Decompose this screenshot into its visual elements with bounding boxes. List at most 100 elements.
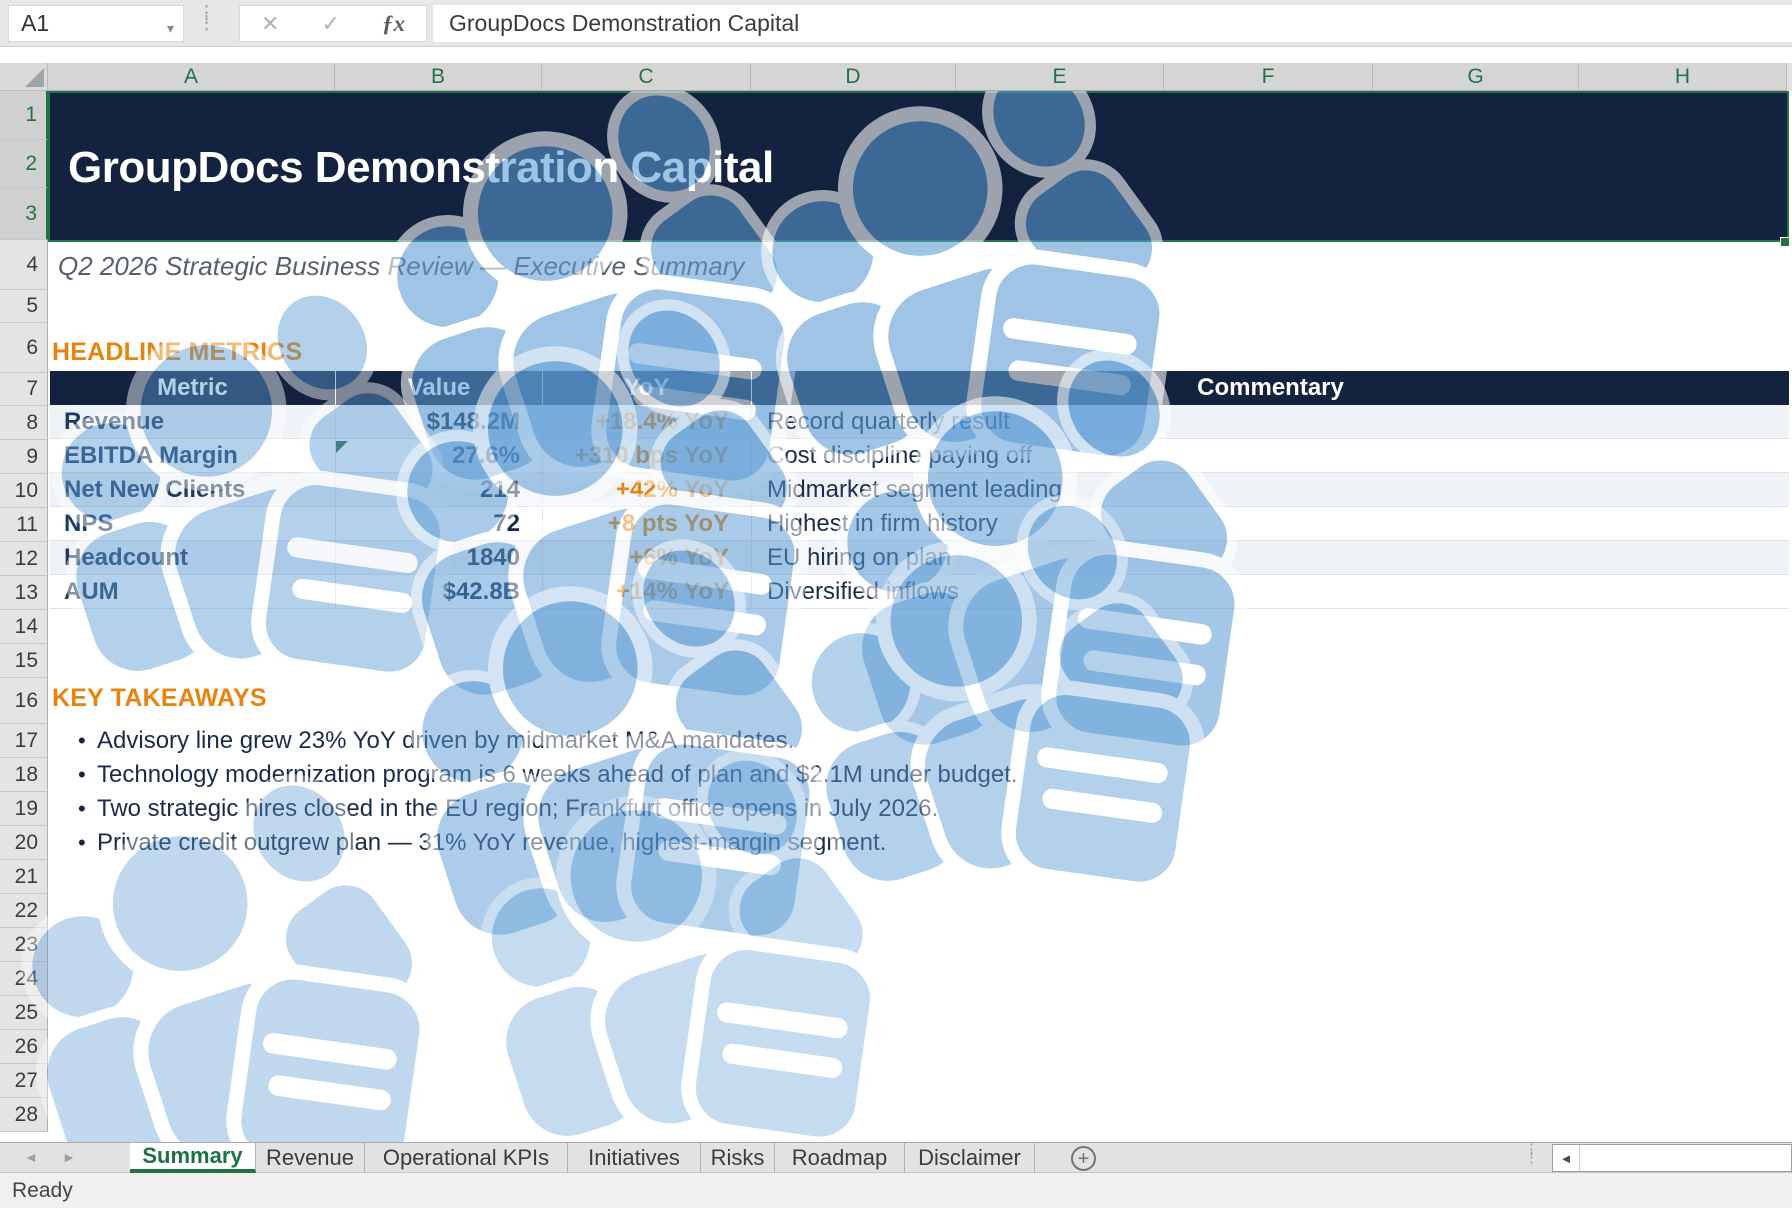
scrollbar-track[interactable]: [1580, 1145, 1791, 1171]
cell-metric[interactable]: Revenue: [50, 405, 335, 438]
add-sheet-button[interactable]: +: [1071, 1146, 1096, 1171]
tab-operational-kpis[interactable]: Operational KPIs: [365, 1143, 568, 1173]
takeaway-item: •Technology modernization program is 6 w…: [0, 758, 1739, 792]
row-header-23[interactable]: 23: [0, 928, 48, 962]
formula-buttons: ✕ ✓ ƒx: [239, 5, 427, 42]
column-header-a[interactable]: A: [48, 63, 335, 91]
insert-function-icon[interactable]: ƒx: [382, 11, 405, 37]
row-header-14[interactable]: 14: [0, 610, 48, 644]
cell-value[interactable]: 1840: [335, 541, 542, 574]
tab-revenue[interactable]: Revenue: [256, 1143, 365, 1173]
cell-yoy[interactable]: +14% YoY: [542, 575, 751, 608]
cell-commentary[interactable]: Diversified inflows: [751, 575, 1789, 608]
tab-summary[interactable]: Summary: [130, 1143, 256, 1173]
cell-commentary[interactable]: Record quarterly result: [751, 405, 1789, 438]
row-header-21[interactable]: 21: [0, 860, 48, 894]
row-header-5[interactable]: 5: [0, 290, 48, 323]
column-header-g[interactable]: G: [1373, 63, 1579, 91]
row-header-15[interactable]: 15: [0, 644, 48, 678]
cell-value[interactable]: $148.2M: [335, 405, 542, 438]
selection-fill-handle[interactable]: [1780, 237, 1790, 247]
cell-commentary[interactable]: Midmarket segment leading: [751, 473, 1789, 506]
row-header-27[interactable]: 27: [0, 1064, 48, 1098]
cell-value[interactable]: 27.6%: [335, 439, 542, 472]
cell-metric[interactable]: Headcount: [50, 541, 335, 574]
horizontal-scrollbar[interactable]: ◄: [1552, 1144, 1792, 1172]
row-header-3[interactable]: 3: [0, 188, 48, 240]
cell-value[interactable]: 72: [335, 507, 542, 540]
table-row[interactable]: NPS72+8 pts YoYHighest in firm history: [50, 507, 1789, 541]
row-header-13[interactable]: 13: [0, 576, 48, 610]
table-row[interactable]: EBITDA Margin27.6%+310 bps YoYCost disci…: [50, 439, 1789, 473]
row-header-12[interactable]: 12: [0, 542, 48, 576]
column-header-d[interactable]: D: [751, 63, 956, 91]
takeaway-text: Private credit outgrew plan — 31% YoY re…: [97, 829, 886, 857]
cell-metric[interactable]: AUM: [50, 575, 335, 608]
cancel-icon[interactable]: ✕: [261, 11, 279, 37]
row-header-28[interactable]: 28: [0, 1098, 48, 1132]
workbook-title: GroupDocs Demonstration Capital: [50, 93, 1787, 193]
chevron-down-icon[interactable]: ▾: [167, 20, 174, 37]
formula-bar-strip: A1 ▾ ⋮⋮ ✕ ✓ ƒx GroupDocs Demonstration C…: [0, 0, 1792, 47]
tab-strip-dots-icon: ⋮⋮: [1524, 1146, 1539, 1162]
column-header-c[interactable]: C: [542, 63, 751, 91]
drag-handle-icon: ⋮⋮: [197, 9, 216, 29]
row-header-9[interactable]: 9: [0, 440, 48, 474]
cell-yoy[interactable]: +18.4% YoY: [542, 405, 751, 438]
row-header-24[interactable]: 24: [0, 962, 48, 996]
row-header-25[interactable]: 25: [0, 996, 48, 1030]
cell-commentary[interactable]: Cost discipline paying off: [751, 439, 1789, 472]
cell-yoy[interactable]: +6% YoY: [542, 541, 751, 574]
table-row[interactable]: Revenue$148.2M+18.4% YoYRecord quarterly…: [50, 405, 1789, 439]
cell-yoy[interactable]: +8 pts YoY: [542, 507, 751, 540]
row-header-4[interactable]: 4: [0, 240, 48, 290]
row-header-10[interactable]: 10: [0, 474, 48, 508]
tabs-prev-icon[interactable]: ◄: [24, 1149, 38, 1165]
column-header-b[interactable]: B: [335, 63, 542, 91]
active-cell-reference: A1: [9, 10, 49, 37]
row-header-7[interactable]: 7: [0, 373, 48, 406]
row-header-22[interactable]: 22: [0, 894, 48, 928]
scroll-left-icon[interactable]: ◄: [1553, 1145, 1580, 1171]
row-header-6[interactable]: 6: [0, 323, 48, 373]
column-header-e[interactable]: E: [956, 63, 1164, 91]
tab-roadmap[interactable]: Roadmap: [775, 1143, 905, 1173]
takeaway-text: Two strategic hires closed in the EU reg…: [97, 795, 938, 823]
column-header-f[interactable]: F: [1164, 63, 1373, 91]
table-row[interactable]: Headcount1840+6% YoYEU hiring on plan: [50, 541, 1789, 575]
cell-value[interactable]: $42.8B: [335, 575, 542, 608]
table-row[interactable]: Net New Clients214+42% YoYMidmarket segm…: [50, 473, 1789, 507]
cell-metric[interactable]: Net New Clients: [50, 473, 335, 506]
cell-yoy[interactable]: +42% YoY: [542, 473, 751, 506]
takeaway-item: • Two strategic hires closed in the EU re…: [0, 792, 1739, 826]
sheet-grid[interactable]: 1234567891011121314151617181920212223242…: [0, 91, 1792, 1142]
formula-input[interactable]: GroupDocs Demonstration Capital: [433, 5, 1792, 42]
enter-icon[interactable]: ✓: [321, 11, 339, 37]
row-header-26[interactable]: 26: [0, 1030, 48, 1064]
row-header-1[interactable]: 1: [0, 91, 48, 140]
cell-commentary[interactable]: Highest in firm history: [751, 507, 1789, 540]
bullet-icon: •: [78, 796, 86, 822]
row-header-11[interactable]: 11: [0, 508, 48, 542]
table-header-commentary: Commentary: [751, 371, 1789, 405]
cell-metric[interactable]: EBITDA Margin: [50, 439, 335, 472]
tabs-next-icon[interactable]: ►: [62, 1149, 76, 1165]
name-box[interactable]: A1 ▾: [8, 5, 184, 42]
row-header-16[interactable]: 16: [0, 678, 48, 724]
status-text: Ready: [12, 1179, 73, 1203]
tab-disclaimer[interactable]: Disclaimer: [905, 1143, 1035, 1173]
cell-value[interactable]: 214: [335, 473, 542, 506]
title-banner-cell[interactable]: GroupDocs Demonstration Capital: [48, 91, 1789, 242]
row-header-2[interactable]: 2: [0, 140, 48, 188]
table-header-yoy: YoY: [542, 371, 751, 405]
cell-commentary[interactable]: EU hiring on plan: [751, 541, 1789, 574]
cell-yoy[interactable]: +310 bps YoY: [542, 439, 751, 472]
tab-initiatives[interactable]: Initiatives: [568, 1143, 701, 1173]
table-row[interactable]: AUM$42.8B+14% YoYDiversified inflows: [50, 575, 1789, 609]
row-header-8[interactable]: 8: [0, 406, 48, 440]
tab-risks[interactable]: Risks: [701, 1143, 775, 1173]
select-all-button[interactable]: [0, 63, 48, 91]
column-header-h[interactable]: H: [1579, 63, 1787, 91]
cell-metric[interactable]: NPS: [50, 507, 335, 540]
sheet-tabs: SummaryRevenueOperational KPIsInitiative…: [130, 1143, 1035, 1173]
